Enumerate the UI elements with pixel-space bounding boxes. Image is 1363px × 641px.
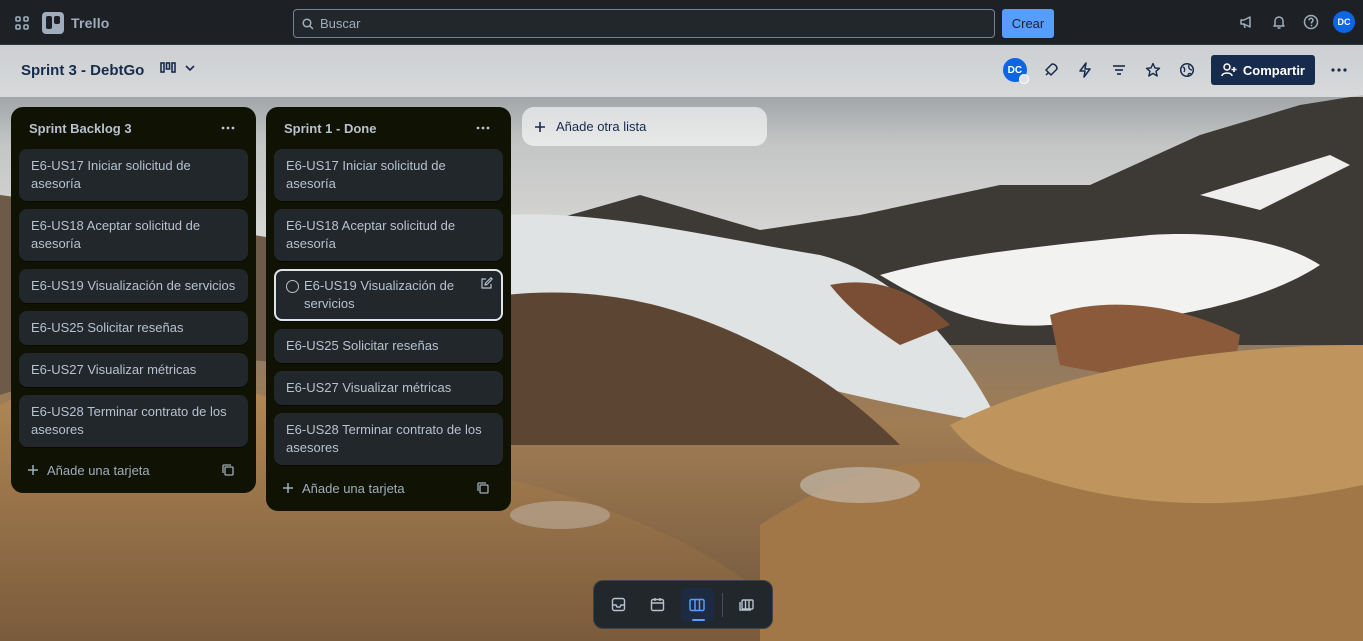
create-from-template-icon[interactable] [471,476,495,500]
list-header: Sprint 1 - Done [274,107,503,149]
rocket-icon[interactable] [1041,60,1061,80]
trello-logo-icon [42,12,64,34]
share-label: Compartir [1242,62,1305,78]
list-sprint-1-done[interactable]: Sprint 1 - Done E6-US17 Iniciar solicitu… [266,107,511,511]
card[interactable]: E6-US19 Visualización de servicios [19,269,248,303]
more-icon[interactable] [1329,60,1349,80]
card-hovered[interactable]: E6-US19 Visualización de servicios [274,269,503,321]
filter-icon[interactable] [1109,60,1129,80]
add-list-label: Añade otra lista [556,119,647,134]
card[interactable]: E6-US28 Terminar contrato de los asesore… [19,395,248,447]
add-card-label: Añade una tarjeta [47,462,150,478]
card-text: E6-US19 Visualización de servicios [304,278,455,311]
lightning-icon[interactable] [1075,60,1095,80]
board-title[interactable]: Sprint 3 - DebtGo [21,62,144,79]
add-card-button[interactable]: Añade una tarjeta [282,481,405,496]
plus-icon [28,465,38,475]
card[interactable]: E6-US25 Solicitar reseñas [19,311,248,345]
add-card-row: Añade una tarjeta [274,473,503,503]
card[interactable]: E6-US17 Iniciar solicitud de asesoría [19,149,248,201]
search-icon [302,17,314,30]
board-view-switcher[interactable] [160,61,196,75]
user-avatar[interactable]: DC [1333,11,1355,33]
star-icon[interactable] [1143,60,1163,80]
add-person-icon [1221,63,1237,77]
add-card-row: Añade una tarjeta [19,455,248,485]
apps-grid-icon[interactable] [10,11,34,35]
card[interactable]: E6-US27 Visualizar métricas [274,371,503,405]
search-box[interactable] [293,9,995,38]
card[interactable]: E6-US25 Solicitar reseñas [274,329,503,363]
list-more-icon[interactable] [216,116,240,140]
add-list-button[interactable]: Añade otra lista [522,107,767,146]
create-from-template-icon[interactable] [216,458,240,482]
card[interactable]: E6-US28 Terminar contrato de los asesore… [274,413,503,465]
list-title[interactable]: Sprint 1 - Done [284,121,376,136]
card[interactable]: E6-US18 Aceptar solicitud de asesoría [274,209,503,261]
calendar-icon[interactable] [641,588,674,622]
plus-icon [283,483,293,493]
topbar-actions: DC [1237,11,1355,33]
bell-icon[interactable] [1269,12,1289,32]
board-actions: DC Compartir [1002,55,1349,85]
mark-complete-icon[interactable] [286,280,299,293]
list-more-icon[interactable] [471,116,495,140]
list-title[interactable]: Sprint Backlog 3 [29,121,132,136]
add-card-label: Añade una tarjeta [302,480,405,496]
board-icon[interactable] [680,587,714,622]
view-switcher-bar [593,580,773,629]
switcher-divider [721,592,723,617]
inbox-icon[interactable] [602,588,635,622]
card[interactable]: E6-US18 Aceptar solicitud de asesoría [19,209,248,261]
list-sprint-backlog-3[interactable]: Sprint Backlog 3 E6-US17 Iniciar solicit… [11,107,256,493]
globe-icon[interactable] [1177,60,1197,80]
card[interactable]: E6-US27 Visualizar métricas [19,353,248,387]
top-navigation-bar: Trello Crear DC [0,0,1363,45]
help-icon[interactable] [1301,12,1321,32]
switch-boards-icon[interactable] [731,588,764,622]
board-view-icon [160,62,176,73]
board-member-avatar[interactable]: DC [1002,58,1029,84]
admin-badge-icon [1018,74,1029,84]
share-button[interactable]: Compartir [1210,55,1315,85]
search-input[interactable] [320,16,980,31]
board-header: Sprint 3 - DebtGo DC Compartir [0,45,1363,97]
chevron-down-icon [185,65,195,72]
add-card-button[interactable]: Añade una tarjeta [27,463,150,478]
plus-icon [535,121,545,132]
member-initials: DC [1007,64,1023,76]
card[interactable]: E6-US17 Iniciar solicitud de asesoría [274,149,503,201]
app-name: Trello [71,15,110,31]
megaphone-icon[interactable] [1237,12,1257,32]
edit-card-icon[interactable] [480,277,493,295]
create-button[interactable]: Crear [1002,9,1054,38]
trello-logo[interactable]: Trello [42,12,110,34]
list-header: Sprint Backlog 3 [19,107,248,149]
